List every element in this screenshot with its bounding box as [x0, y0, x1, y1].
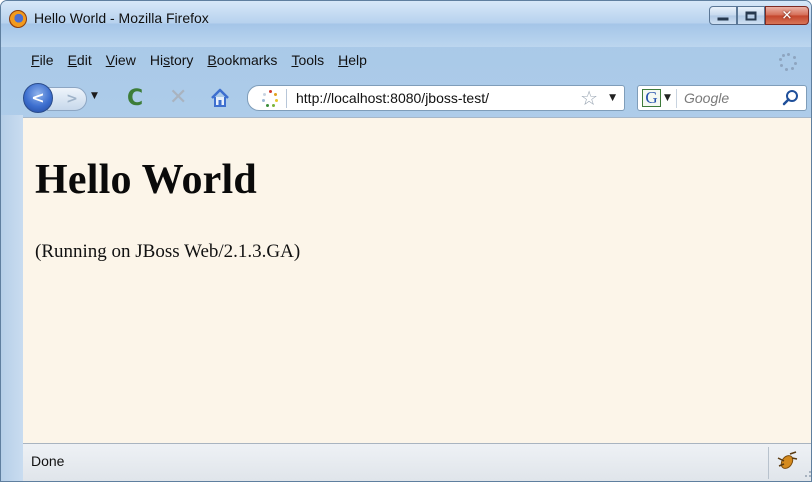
window-controls: ✕ — [709, 6, 809, 28]
google-engine-icon[interactable]: G — [642, 89, 661, 107]
maximize-icon — [745, 11, 757, 20]
browser-window: Hello World - Mozilla Firefox ✕ File Edi… — [0, 0, 812, 482]
close-button[interactable]: ✕ — [765, 6, 809, 25]
status-separator — [768, 447, 769, 479]
close-icon: ✕ — [781, 8, 793, 23]
stop-icon[interactable]: ✕ — [169, 86, 187, 110]
page-content: Hello World (Running on JBoss Web/2.1.3.… — [23, 117, 811, 443]
search-input[interactable]: Google — [684, 90, 729, 106]
window-title: Hello World - Mozilla Firefox — [34, 10, 209, 26]
back-button[interactable]: < — [23, 83, 53, 113]
engine-dropdown-icon[interactable]: ▼ — [664, 93, 671, 103]
history-dropdown-icon[interactable]: ▼ — [91, 91, 98, 101]
menu-view[interactable]: View — [99, 50, 143, 70]
firefox-logo-icon[interactable] — [9, 10, 27, 28]
menu-bookmarks[interactable]: Bookmarks — [200, 50, 284, 70]
throbber-icon — [779, 53, 797, 71]
firebug-icon[interactable] — [775, 449, 799, 473]
navigation-toolbar: > < ▼ C ✕ http://localhost:8080/jboss-te… — [1, 77, 811, 115]
search-icon[interactable] — [782, 89, 800, 107]
menu-history[interactable]: History — [143, 50, 201, 70]
url-dropdown-icon[interactable]: ▼ — [609, 93, 616, 103]
menu-help[interactable]: Help — [331, 50, 374, 70]
title-bar[interactable]: Hello World - Mozilla Firefox ✕ — [1, 1, 811, 47]
url-input[interactable]: http://localhost:8080/jboss-test/ — [296, 90, 489, 106]
forward-arrow-icon: > — [66, 91, 78, 107]
reload-icon[interactable]: C — [127, 88, 143, 110]
page-heading: Hello World — [35, 157, 257, 203]
status-text: Done — [31, 453, 65, 469]
menu-tools[interactable]: Tools — [284, 50, 331, 70]
bookmark-star-icon[interactable]: ☆ — [580, 87, 598, 109]
url-separator — [286, 89, 287, 108]
menu-bar: File Edit View History Bookmarks Tools H… — [27, 50, 374, 70]
minimize-icon — [717, 17, 729, 20]
resize-grip-icon[interactable] — [801, 469, 811, 479]
maximize-button[interactable] — [737, 6, 765, 25]
url-bar[interactable]: http://localhost:8080/jboss-test/ ☆ ▼ — [247, 85, 625, 111]
menu-edit[interactable]: Edit — [61, 50, 99, 70]
back-arrow-icon: < — [31, 88, 45, 107]
page-body-text: (Running on JBoss Web/2.1.3.GA) — [35, 241, 301, 262]
search-separator — [676, 89, 677, 108]
home-icon[interactable] — [209, 87, 231, 109]
search-bar[interactable]: G ▼ Google — [637, 85, 807, 111]
menu-file[interactable]: File — [27, 50, 61, 70]
loading-icon — [261, 90, 279, 108]
minimize-button[interactable] — [709, 6, 737, 25]
status-bar: Done — [23, 443, 811, 481]
window-left-border — [1, 115, 23, 481]
forward-button[interactable]: > — [47, 87, 87, 111]
